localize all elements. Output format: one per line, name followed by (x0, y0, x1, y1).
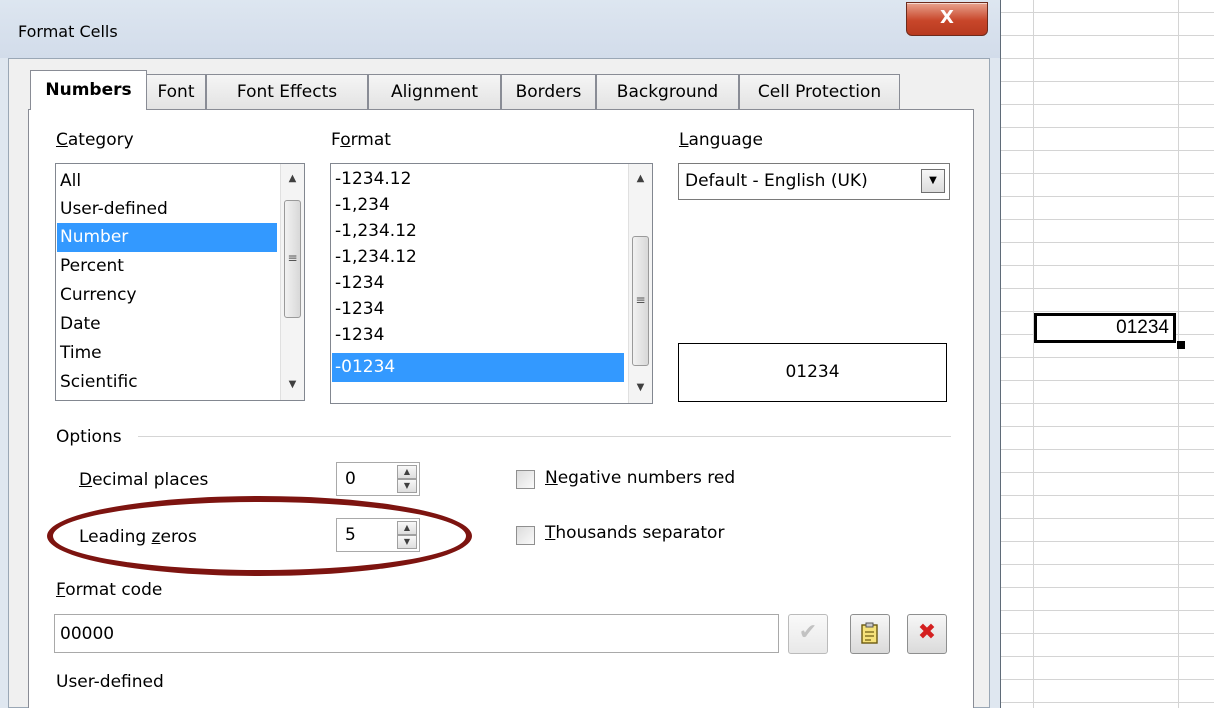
language-value: Default - English (UK) (685, 171, 868, 191)
tab-font-effects[interactable]: Font Effects (206, 74, 368, 109)
format-scrollbar[interactable]: ▲ ≡ ▼ (628, 164, 652, 403)
list-item[interactable]: -1,234.12 (332, 243, 627, 272)
list-item[interactable]: -1234 (332, 295, 627, 324)
delete-button[interactable]: ✖ (907, 614, 947, 654)
check-icon: ✔ (798, 620, 818, 645)
format-code-value: 00000 (60, 624, 115, 644)
list-item[interactable]: Scientific (57, 368, 279, 397)
highlight-annotation (47, 496, 472, 576)
scroll-down-icon[interactable]: ▼ (629, 377, 652, 399)
format-description: User-defined (56, 672, 164, 692)
language-dropdown[interactable]: Default - English (UK) ▼ (678, 163, 950, 200)
decimal-places-value: 0 (345, 469, 356, 489)
list-item[interactable]: Time (57, 339, 279, 368)
negative-red-label[interactable]: Negative numbers red (545, 468, 735, 488)
dialog-title: Format Cells (18, 22, 118, 41)
chevron-down-icon[interactable]: ▼ (921, 169, 945, 193)
list-item[interactable]: -1,234 (332, 191, 627, 220)
scroll-up-icon[interactable]: ▲ (281, 168, 304, 190)
list-item[interactable]: All (57, 167, 279, 196)
decimal-places-stepper[interactable]: 0 ▲ ▼ (336, 462, 420, 496)
accept-button[interactable]: ✔ (788, 614, 828, 654)
thousands-separator-checkbox[interactable] (516, 526, 535, 545)
spin-up-icon[interactable]: ▲ (397, 465, 417, 479)
category-listbox[interactable]: All User-defined Number Percent Currency… (55, 163, 305, 401)
options-divider (138, 436, 951, 437)
close-button[interactable]: X (906, 2, 988, 36)
scroll-thumb[interactable]: ≡ (284, 200, 301, 318)
list-item[interactable]: -1234 (332, 269, 627, 298)
format-code-input[interactable]: 00000 (54, 614, 779, 653)
scroll-up-icon[interactable]: ▲ (629, 168, 652, 190)
tab-background[interactable]: Background (596, 74, 739, 109)
list-item[interactable]: Date (57, 310, 279, 339)
language-label: Language (679, 130, 763, 150)
format-label: Format (331, 130, 391, 150)
list-item[interactable]: -1,234.12 (332, 217, 627, 246)
tab-font[interactable]: Font (146, 74, 206, 109)
decimal-places-label: Decimal places (79, 470, 209, 490)
thousands-separator-label[interactable]: Thousands separator (545, 523, 724, 543)
tab-borders[interactable]: Borders (501, 74, 596, 109)
tab-alignment[interactable]: Alignment (368, 74, 501, 109)
negative-red-checkbox[interactable] (516, 470, 535, 489)
list-item[interactable]: -1234.12 (332, 165, 627, 194)
tab-numbers[interactable]: Numbers (30, 70, 147, 110)
category-scrollbar[interactable]: ▲ ≡ ▼ (280, 164, 304, 400)
list-item[interactable]: Currency (57, 281, 279, 310)
list-item[interactable]: Percent (57, 252, 279, 281)
category-label: Category (56, 130, 134, 150)
list-item[interactable]: -01234 (332, 353, 624, 382)
scroll-thumb[interactable]: ≡ (632, 236, 649, 366)
list-item[interactable]: -1234 (332, 321, 627, 350)
spin-down-icon[interactable]: ▼ (397, 479, 417, 493)
format-cells-dialog: Format Cells X Numbers Font Font Effects… (0, 0, 1001, 708)
options-heading: Options (56, 427, 122, 447)
selected-cell[interactable]: 01234 (1034, 313, 1176, 343)
delete-x-icon: ✖ (917, 620, 937, 645)
edit-comment-button[interactable] (850, 614, 890, 654)
close-icon: X (940, 7, 954, 28)
fill-handle[interactable] (1177, 341, 1185, 349)
format-listbox[interactable]: -1234.12 -1,234 -1,234.12 -1,234.12 -123… (330, 163, 653, 404)
spreadsheet-grid[interactable] (990, 0, 1214, 708)
format-preview: 01234 (678, 343, 947, 402)
note-edit-icon (861, 622, 878, 644)
format-code-label: Format code (56, 580, 163, 600)
tab-cell-protection[interactable]: Cell Protection (739, 74, 900, 109)
title-bar[interactable]: Format Cells X (0, 0, 1000, 58)
scroll-down-icon[interactable]: ▼ (281, 374, 304, 396)
list-item[interactable]: Number (57, 223, 277, 252)
list-item[interactable]: User-defined (57, 195, 279, 224)
